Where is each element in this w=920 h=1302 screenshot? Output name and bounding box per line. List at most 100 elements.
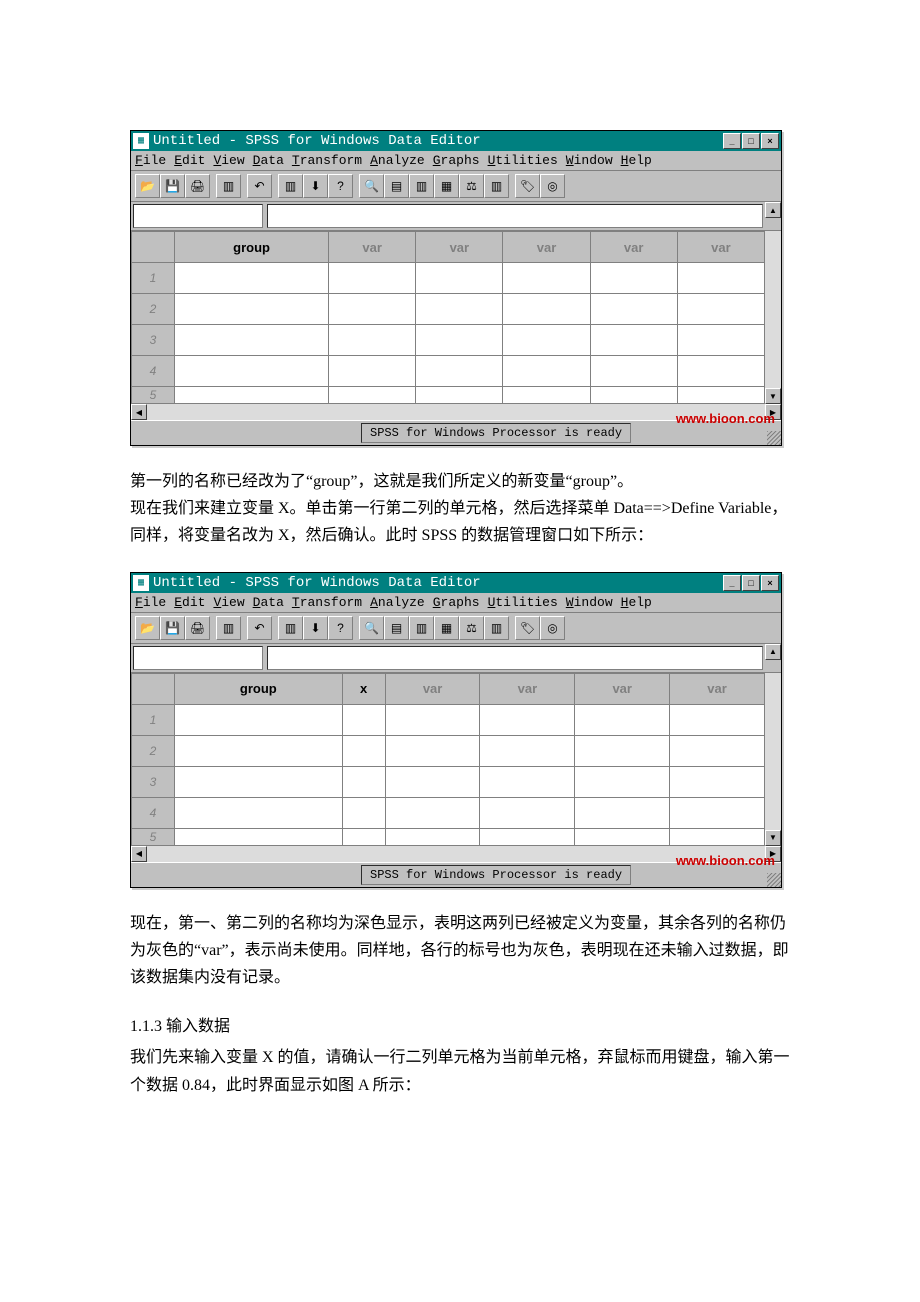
row-header[interactable]: 1 [132, 263, 175, 294]
cell[interactable] [416, 294, 503, 325]
menu-transform[interactable]: Transform [292, 595, 362, 610]
close-button[interactable]: × [761, 575, 779, 591]
col-header[interactable]: var [385, 673, 480, 704]
row-header[interactable]: 4 [132, 356, 175, 387]
save-icon[interactable]: 💾 [160, 174, 185, 198]
menu-analyze[interactable]: Analyze [370, 595, 425, 610]
close-button[interactable]: × [761, 133, 779, 149]
weight-cases-icon[interactable]: ⚖ [459, 616, 484, 640]
cell[interactable] [342, 735, 385, 766]
cell[interactable] [175, 766, 343, 797]
row-header[interactable]: 3 [132, 766, 175, 797]
col-header[interactable]: group [175, 232, 329, 263]
cell[interactable] [575, 735, 670, 766]
row-header[interactable]: 4 [132, 797, 175, 828]
vertical-scrollbar[interactable]: ▼ [765, 673, 781, 846]
menu-utilities[interactable]: Utilities [488, 153, 558, 168]
cell-reference-box[interactable] [133, 204, 263, 228]
menu-edit[interactable]: Edit [174, 595, 205, 610]
row-header[interactable]: 5 [132, 387, 175, 404]
col-header[interactable]: var [575, 673, 670, 704]
menu-file[interactable]: File [135, 153, 166, 168]
cell[interactable] [590, 325, 677, 356]
menu-data[interactable]: Data [253, 595, 284, 610]
cell[interactable] [175, 387, 329, 404]
cell[interactable] [342, 766, 385, 797]
col-header[interactable]: x [342, 673, 385, 704]
menu-window[interactable]: Window [566, 153, 613, 168]
cell[interactable] [385, 797, 480, 828]
cell[interactable] [175, 735, 343, 766]
value-labels-icon[interactable]: 🏷 [515, 174, 540, 198]
minimize-button[interactable]: _ [723, 133, 741, 149]
menu-view[interactable]: View [213, 153, 244, 168]
select-cases-icon[interactable]: ▥ [484, 616, 509, 640]
cell[interactable] [677, 294, 764, 325]
cell[interactable] [677, 263, 764, 294]
cell[interactable] [677, 387, 764, 404]
resize-grip[interactable] [767, 431, 781, 445]
insert-var-icon[interactable]: ▥ [409, 616, 434, 640]
cell[interactable] [480, 797, 575, 828]
cell[interactable] [670, 797, 765, 828]
col-header[interactable]: var [670, 673, 765, 704]
cell[interactable] [416, 387, 503, 404]
goto-chart-icon[interactable]: ▥ [278, 616, 303, 640]
print-icon[interactable]: 🖨 [185, 616, 210, 640]
scroll-left-button[interactable]: ◀ [131, 404, 147, 420]
goto-chart-icon[interactable]: ▥ [278, 174, 303, 198]
find-icon[interactable]: 🔍 [359, 616, 384, 640]
open-icon[interactable]: 📂 [135, 174, 160, 198]
scroll-up-button[interactable]: ▲ [765, 644, 781, 660]
cell[interactable] [575, 766, 670, 797]
cell[interactable] [503, 294, 590, 325]
minimize-button[interactable]: _ [723, 575, 741, 591]
use-sets-icon[interactable]: ◎ [540, 174, 565, 198]
variables-icon[interactable]: ? [328, 174, 353, 198]
row-header[interactable]: 2 [132, 294, 175, 325]
data-grid[interactable]: group x var var var var 1 2 3 4 5 [131, 673, 765, 846]
cell[interactable] [175, 828, 343, 845]
value-labels-icon[interactable]: 🏷 [515, 616, 540, 640]
row-header[interactable]: 5 [132, 828, 175, 845]
cell[interactable] [385, 735, 480, 766]
select-cases-icon[interactable]: ▥ [484, 174, 509, 198]
cell[interactable] [385, 704, 480, 735]
open-icon[interactable]: 📂 [135, 616, 160, 640]
cell[interactable] [175, 325, 329, 356]
row-header[interactable]: 1 [132, 704, 175, 735]
cell[interactable] [670, 735, 765, 766]
cell[interactable] [416, 325, 503, 356]
cell[interactable] [480, 704, 575, 735]
menu-help[interactable]: Help [621, 153, 652, 168]
cell[interactable] [670, 828, 765, 845]
insert-case-icon[interactable]: ▤ [384, 616, 409, 640]
variables-icon[interactable]: ? [328, 616, 353, 640]
menu-transform[interactable]: Transform [292, 153, 362, 168]
cell[interactable] [329, 263, 416, 294]
menu-edit[interactable]: Edit [174, 153, 205, 168]
cell[interactable] [575, 704, 670, 735]
menu-graphs[interactable]: Graphs [433, 595, 480, 610]
cell[interactable] [677, 356, 764, 387]
col-header[interactable]: group [175, 673, 343, 704]
col-header[interactable]: var [416, 232, 503, 263]
cell[interactable] [385, 766, 480, 797]
cell[interactable] [175, 704, 343, 735]
menu-data[interactable]: Data [253, 153, 284, 168]
weight-cases-icon[interactable]: ⚖ [459, 174, 484, 198]
resize-grip[interactable] [767, 873, 781, 887]
data-grid[interactable]: group var var var var var 1 2 3 4 5 [131, 231, 765, 404]
split-file-icon[interactable]: ▦ [434, 174, 459, 198]
cell[interactable] [670, 704, 765, 735]
col-header[interactable]: var [329, 232, 416, 263]
find-icon[interactable]: 🔍 [359, 174, 384, 198]
dialog-recall-icon[interactable]: ▥ [216, 616, 241, 640]
vertical-scrollbar[interactable]: ▼ [765, 231, 781, 404]
cell[interactable] [329, 294, 416, 325]
cell-value-box[interactable] [267, 646, 763, 670]
scroll-left-button[interactable]: ◀ [131, 846, 147, 862]
cell[interactable] [480, 828, 575, 845]
row-header[interactable]: 2 [132, 735, 175, 766]
scroll-up-button[interactable]: ▲ [765, 202, 781, 218]
